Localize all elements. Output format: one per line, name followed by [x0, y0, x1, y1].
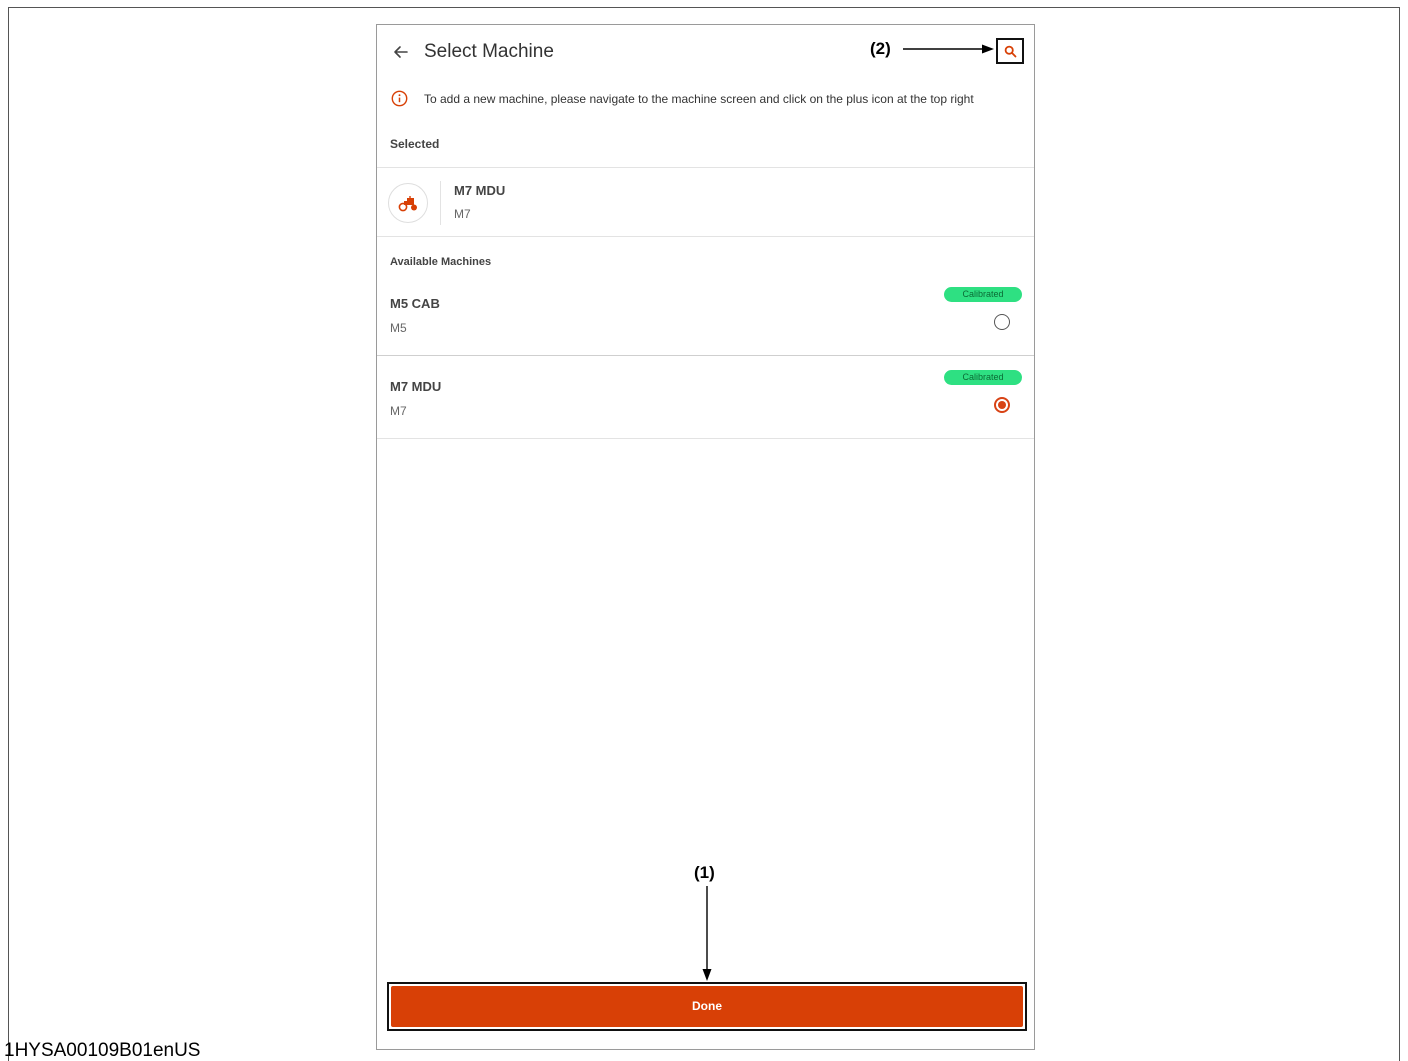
divider — [377, 167, 1034, 168]
status-badge: Calibrated — [944, 287, 1022, 302]
callout-2: (2) — [870, 39, 891, 58]
info-icon — [391, 90, 408, 112]
callout-1: (1) — [694, 863, 715, 882]
tractor-icon — [398, 196, 417, 212]
divider — [377, 355, 1034, 356]
done-button[interactable]: Done — [391, 986, 1023, 1027]
callout-arrows — [702, 44, 994, 981]
card-separator — [440, 181, 441, 225]
machine-radio[interactable] — [994, 397, 1010, 413]
machine-radio[interactable] — [994, 314, 1010, 330]
machine-name: M5 CAB — [390, 296, 440, 311]
machine-name: M7 MDU — [390, 379, 442, 394]
machine-model: M7 — [390, 404, 407, 418]
status-badge: Calibrated — [944, 370, 1022, 385]
divider — [377, 438, 1034, 439]
selected-machine-name: M7 MDU — [454, 183, 506, 198]
machine-model: M5 — [390, 321, 407, 335]
selected-machine-model: M7 — [454, 207, 471, 221]
divider — [377, 236, 1034, 237]
info-message: To add a new machine, please navigate to… — [424, 92, 974, 106]
selected-section-label: Selected — [390, 137, 440, 151]
available-section-label: Available Machines — [390, 256, 492, 268]
document-code: 1HYSA00109B01enUS — [4, 1040, 201, 1061]
avatar — [388, 183, 428, 223]
